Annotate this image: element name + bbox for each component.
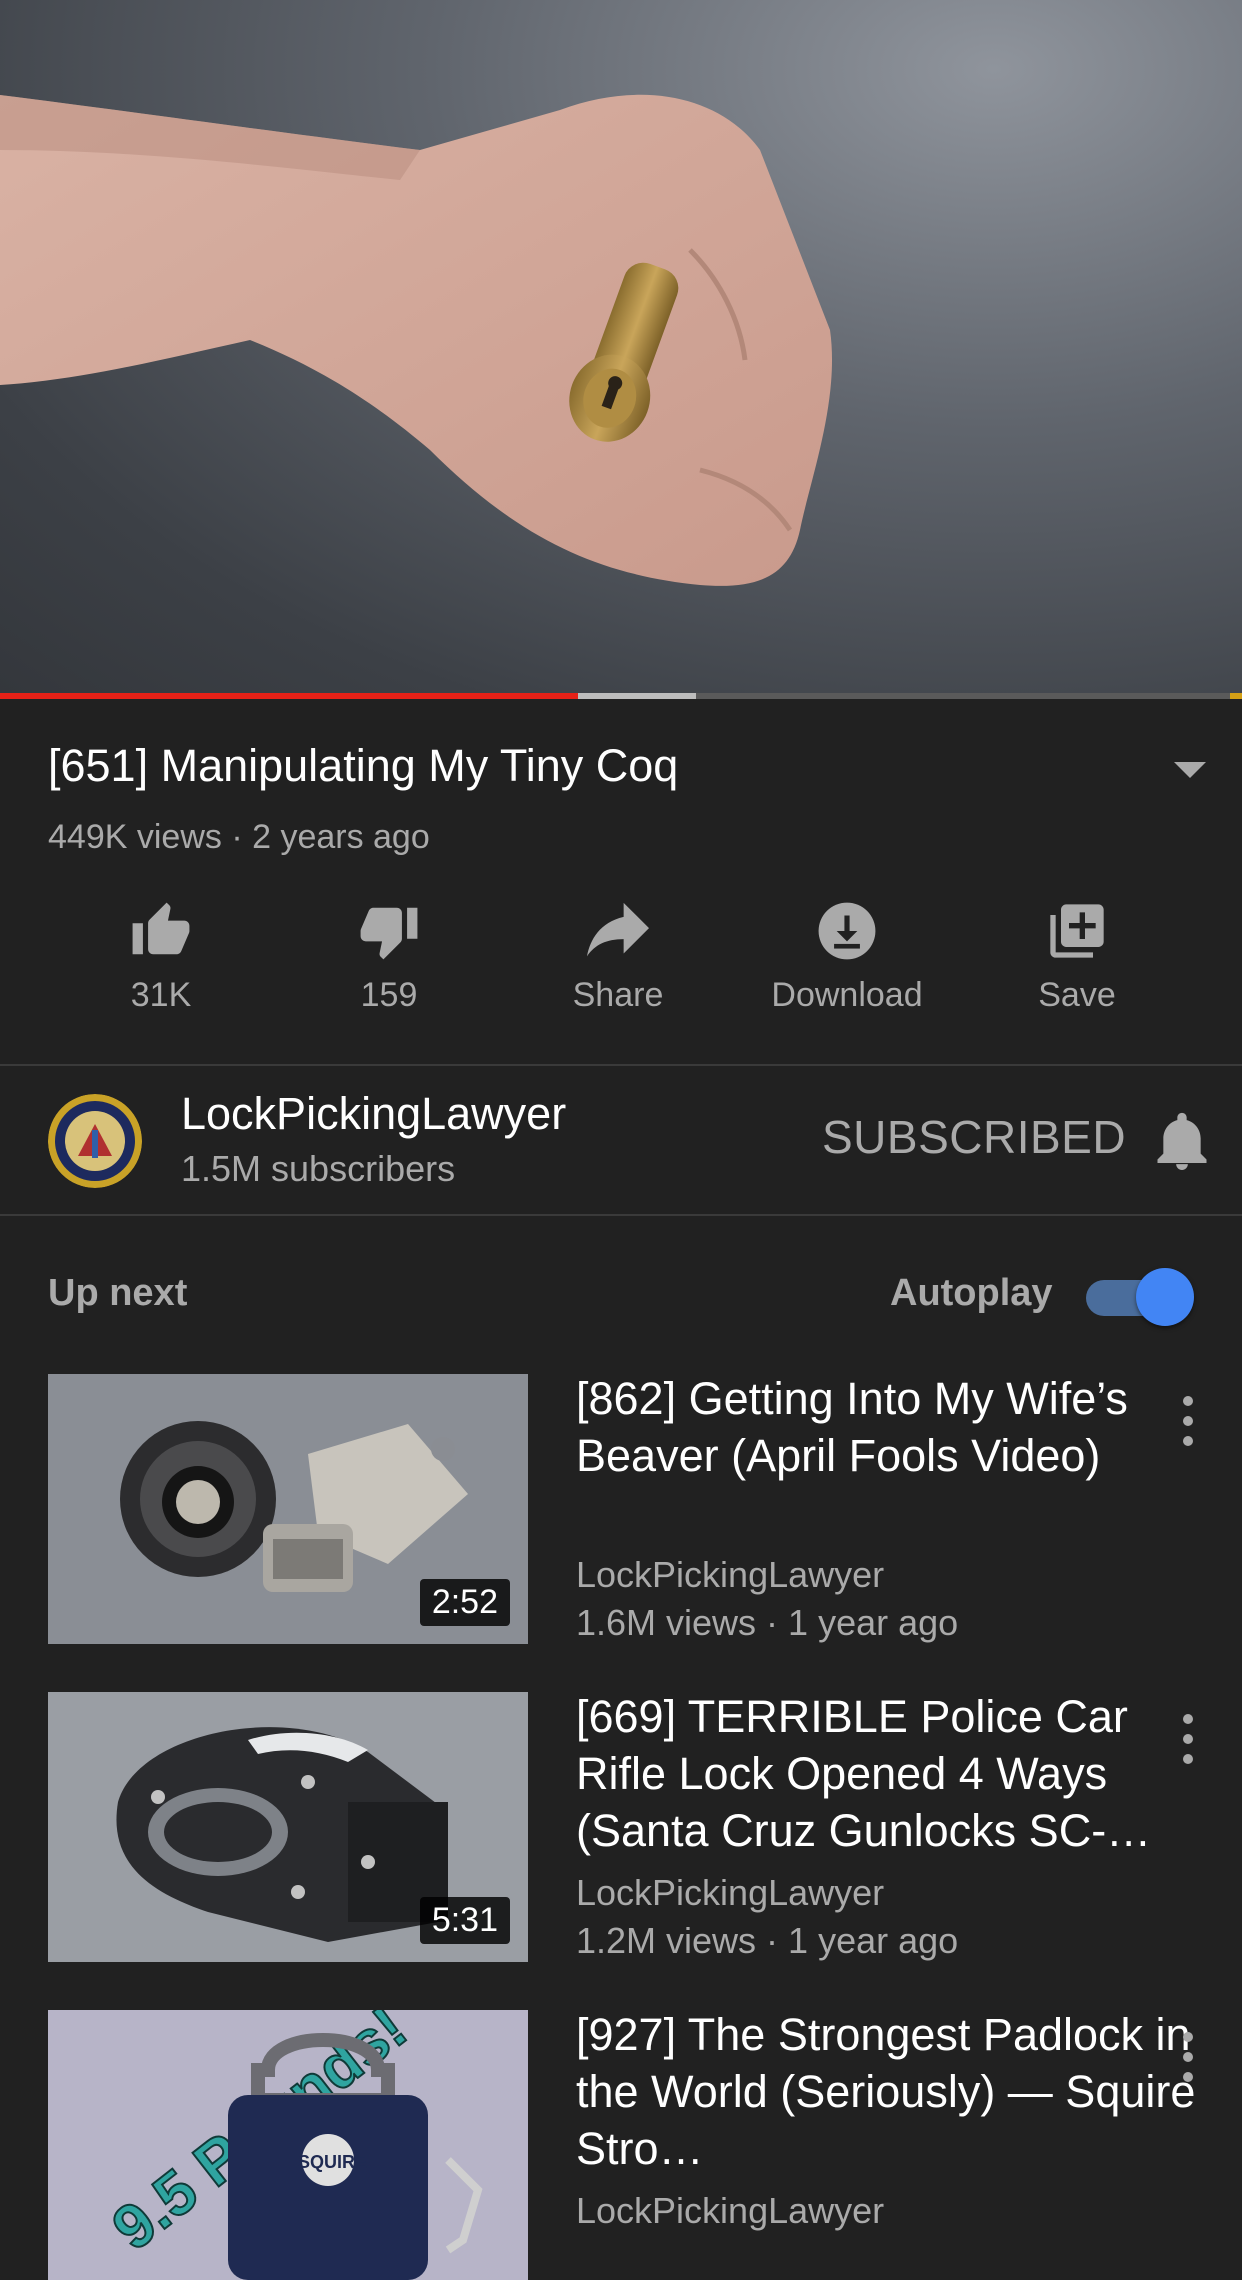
video-progress-bar[interactable] xyxy=(0,693,1242,699)
download-icon xyxy=(812,896,882,966)
video-thumbnail[interactable]: 9.5 Pounds! SQUIRE xyxy=(48,2010,528,2280)
progress-ad-marker xyxy=(1230,693,1242,699)
action-row: 31K 159 Share Download Save xyxy=(0,896,1242,1026)
divider xyxy=(0,1064,1242,1066)
dislike-button[interactable]: 159 xyxy=(284,896,494,1026)
list-item[interactable]: 5:31 [669] TERRIBLE Police Car Rifle Loc… xyxy=(48,1691,1242,1962)
video-duration: 5:31 xyxy=(419,1897,510,1944)
video-title[interactable]: [862] Getting Into My Wife’s Beaver (Apr… xyxy=(576,1370,1216,1484)
video-meta: 1.6M views · 1 year ago xyxy=(576,1602,959,1643)
more-options-icon[interactable] xyxy=(1178,2032,1198,2082)
thumbs-up-icon xyxy=(126,896,196,966)
video-channel: LockPickingLawyer xyxy=(576,1554,885,1595)
list-item[interactable]: 2:52 [862] Getting Into My Wife’s Beaver… xyxy=(48,1373,1242,1644)
channel-avatar[interactable] xyxy=(48,1094,142,1188)
share-arrow-icon xyxy=(583,896,653,966)
thumbnail-badge: SQUIRE xyxy=(298,2152,367,2172)
share-button[interactable]: Share xyxy=(513,896,723,1026)
subscriber-count: 1.5M subscribers xyxy=(181,1148,456,1189)
video-frame xyxy=(0,94,833,586)
like-button[interactable]: 31K xyxy=(56,896,266,1026)
autoplay-toggle[interactable] xyxy=(1086,1268,1194,1326)
thumbs-down-icon xyxy=(354,896,424,966)
video-thumbnail[interactable]: 5:31 xyxy=(48,1692,528,1962)
list-item[interactable]: 9.5 Pounds! SQUIRE [927] The Strongest P… xyxy=(48,2009,1242,2280)
video-meta: 1.2M views · 1 year ago xyxy=(576,1920,959,1961)
up-next-heading: Up next xyxy=(48,1272,188,1314)
progress-played xyxy=(0,693,578,699)
add-to-playlist-icon xyxy=(1042,896,1112,966)
download-button[interactable]: Download xyxy=(742,896,952,1026)
autoplay-label: Autoplay xyxy=(890,1272,1053,1314)
dislike-count: 159 xyxy=(360,976,418,1014)
video-duration: 2:52 xyxy=(419,1579,510,1626)
video-channel: LockPickingLawyer xyxy=(576,2190,885,2231)
video-title: [651] Manipulating My Tiny Coq xyxy=(48,740,679,791)
video-meta: 449K views · 2 years ago xyxy=(48,818,430,856)
like-count: 31K xyxy=(130,976,192,1014)
toggle-knob xyxy=(1136,1268,1194,1326)
save-label: Save xyxy=(1038,976,1116,1014)
subscribed-button[interactable]: SUBSCRIBED xyxy=(822,1110,1126,1164)
video-thumbnail[interactable]: 2:52 xyxy=(48,1374,528,1644)
video-title[interactable]: [669] TERRIBLE Police Car Rifle Lock Ope… xyxy=(576,1688,1216,1859)
more-options-icon[interactable] xyxy=(1178,1396,1198,1446)
download-label: Download xyxy=(771,976,923,1014)
video-player[interactable] xyxy=(0,0,1242,693)
expand-description-icon[interactable] xyxy=(1174,762,1206,778)
video-title[interactable]: [927] The Strongest Padlock in the World… xyxy=(576,2006,1216,2177)
share-label: Share xyxy=(572,976,664,1014)
save-button[interactable]: Save xyxy=(972,896,1182,1026)
more-options-icon[interactable] xyxy=(1178,1714,1198,1764)
notification-bell-icon[interactable] xyxy=(1154,1110,1210,1174)
divider xyxy=(0,1214,1242,1216)
video-channel: LockPickingLawyer xyxy=(576,1872,885,1913)
channel-name[interactable]: LockPickingLawyer xyxy=(181,1088,566,1140)
